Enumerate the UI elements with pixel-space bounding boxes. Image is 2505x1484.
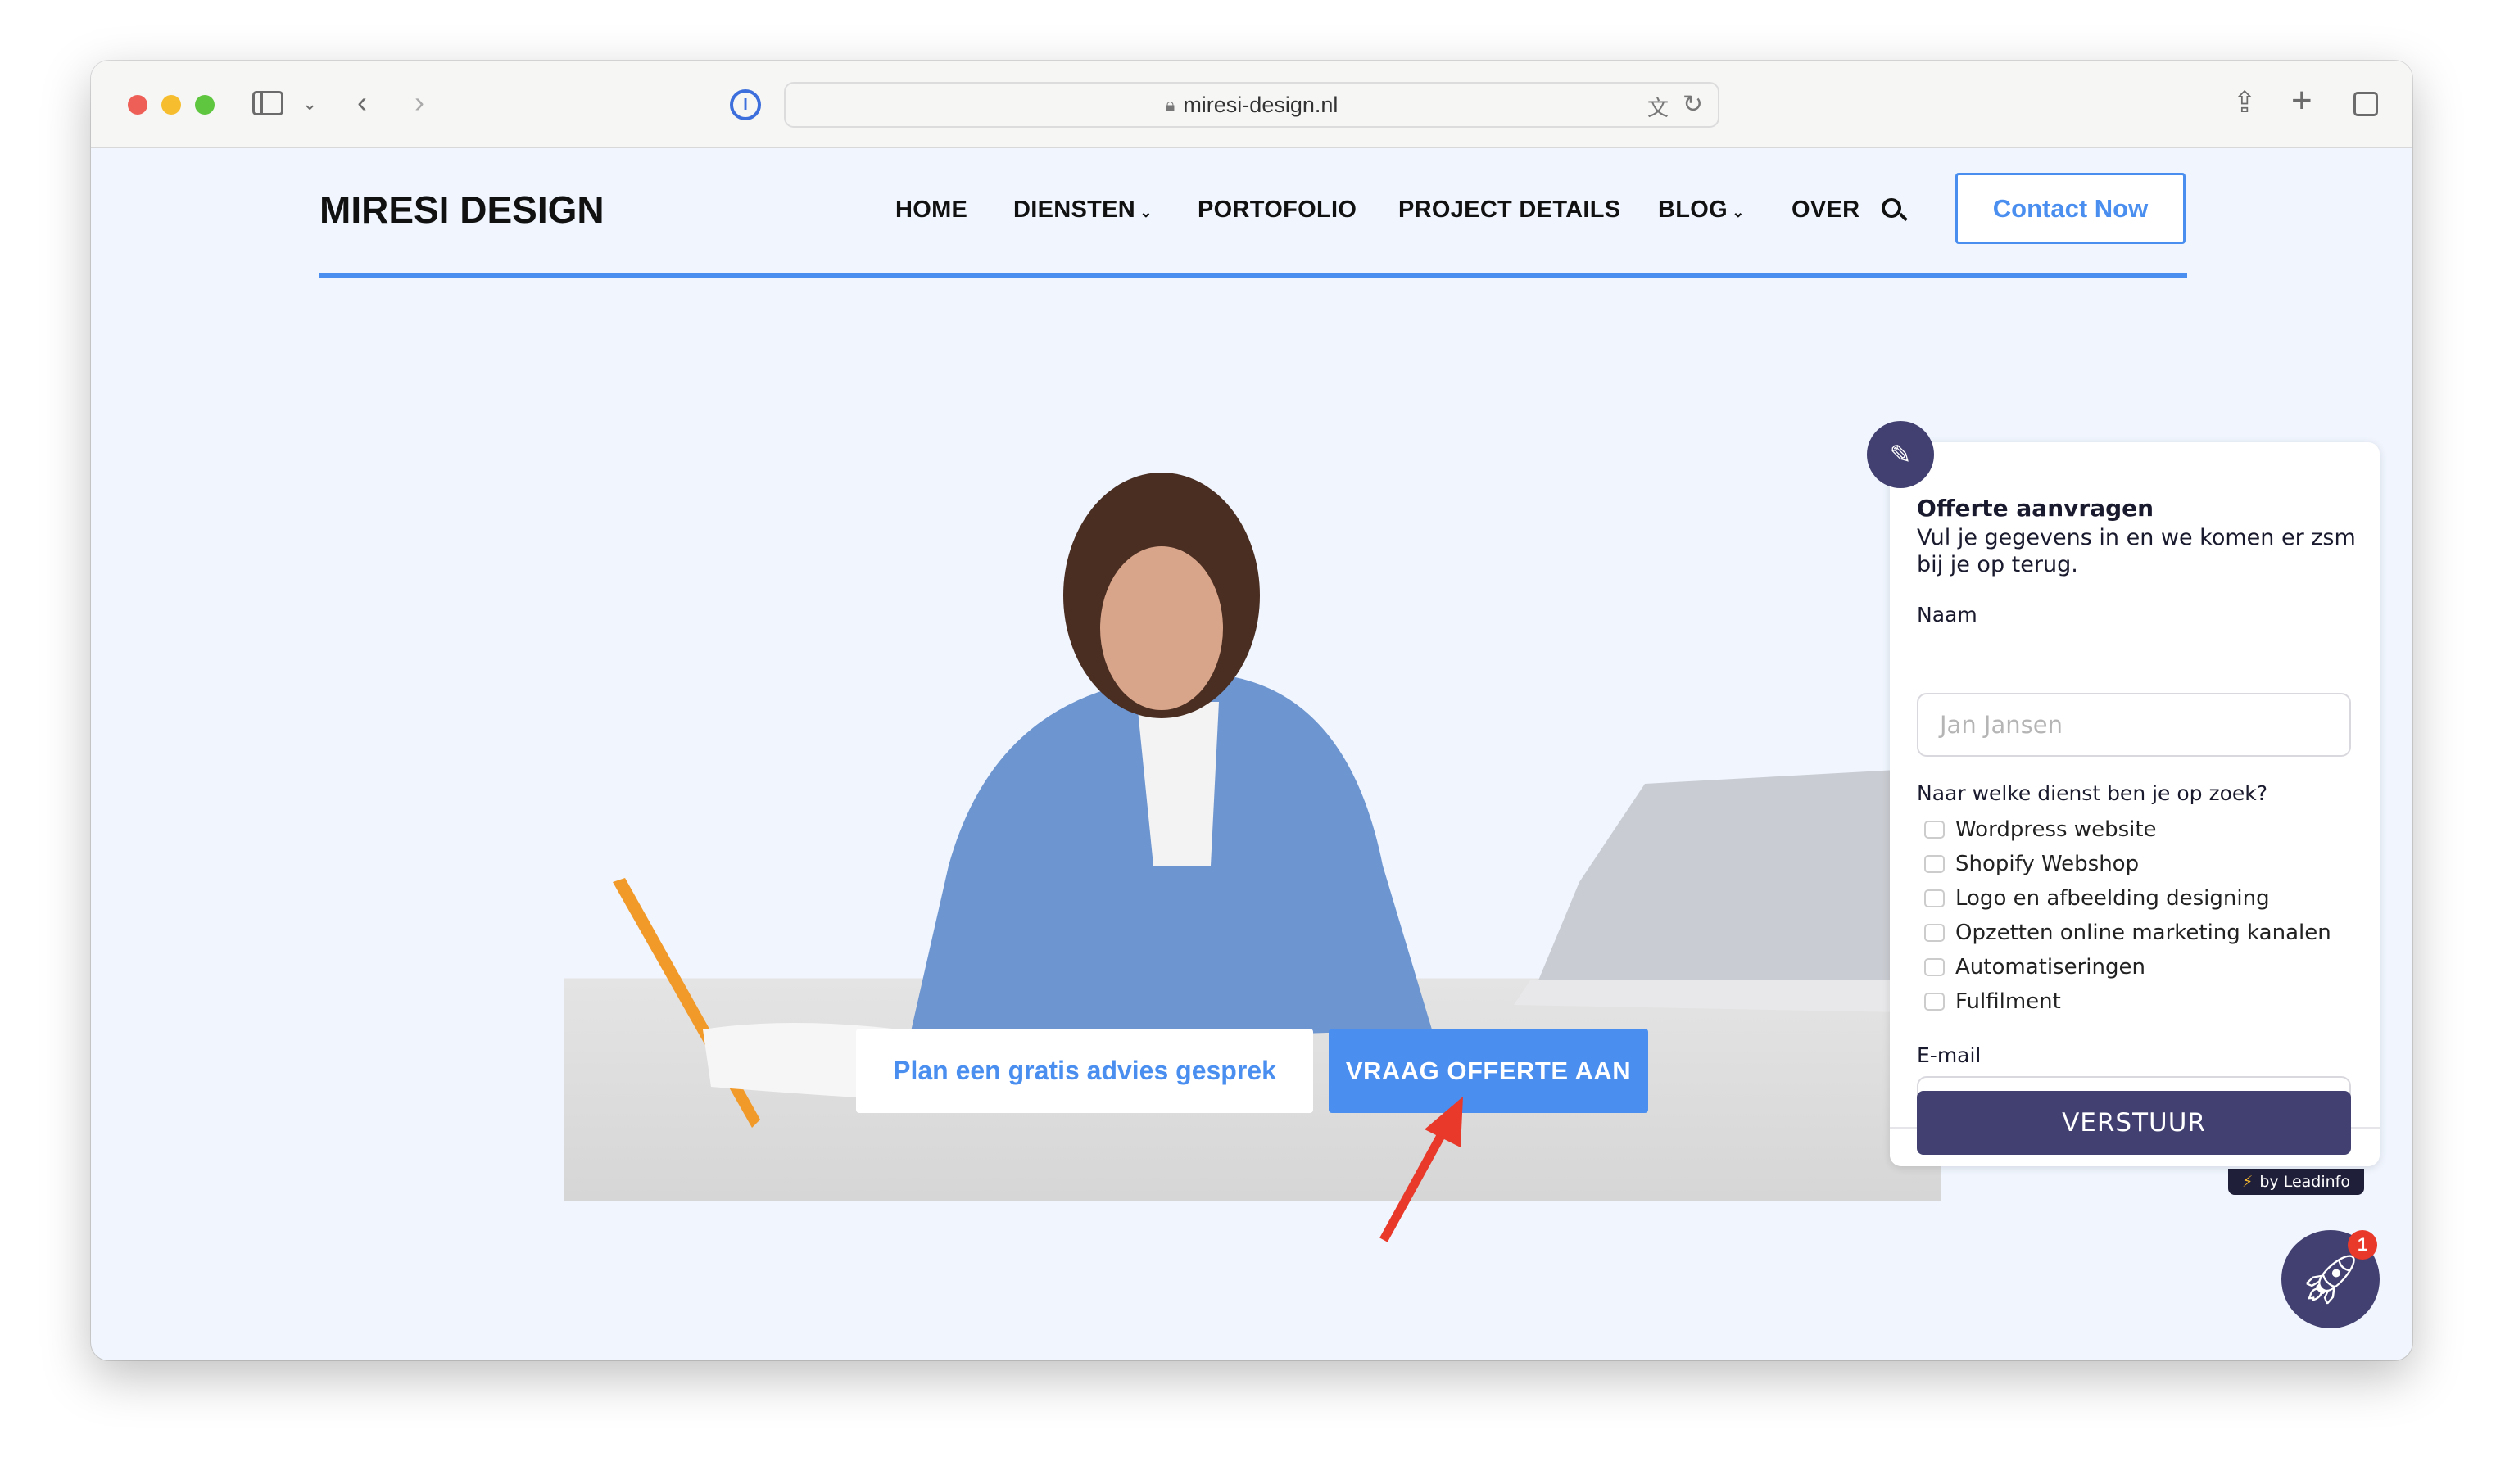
powered-by-text: by Leadinfo [2259, 1173, 2350, 1191]
reload-icon[interactable]: ↻ [1683, 90, 1703, 119]
submit-button[interactable]: VERSTUUR [1917, 1091, 2351, 1155]
option-label: Automatiseringen [1955, 955, 2145, 980]
option-label: Fulfilment [1955, 989, 2061, 1014]
quote-form-panel: Offerte aanvragen Vul je gegevens in en … [1890, 442, 2380, 1166]
leadinfo-badge[interactable]: ⚡ by Leadinfo [2228, 1169, 2364, 1195]
form-edit-icon: ✎ [1867, 421, 1934, 488]
site-logo[interactable]: MIRESI DESIGN [319, 188, 605, 232]
nav-diensten[interactable]: DIENSTEN ⌄ [1013, 197, 1153, 224]
forward-icon[interactable]: › [414, 85, 424, 120]
service-question: Naar welke dienst ben je op zoek? [1917, 781, 2268, 805]
checkbox-logo[interactable] [1924, 889, 1945, 907]
nav-project-details[interactable]: PROJECT DETAILS [1398, 197, 1620, 224]
maximize-window-button[interactable] [195, 95, 215, 115]
form-subtitle: Vul je gegevens in en we komen er zsm bi… [1917, 525, 2356, 577]
option-label: Opzetten online marketing kanalen [1955, 921, 2331, 945]
minimize-window-button[interactable] [161, 95, 181, 115]
lock-icon: 🔒︎ [1165, 94, 1175, 115]
checkbox-shopify[interactable] [1924, 855, 1945, 873]
url-text: miresi-design.nl [1183, 92, 1339, 117]
nav-over[interactable]: OVER [1792, 197, 1859, 224]
checkbox-marketing[interactable] [1924, 924, 1945, 942]
share-icon[interactable]: ⇪ [2232, 85, 2257, 120]
chevron-down-icon: ⌄ [1727, 204, 1745, 220]
name-label: Naam [1917, 603, 1977, 627]
option-label: Logo en afbeelding designing [1955, 886, 2270, 911]
tabs-overview-icon[interactable] [2353, 92, 2378, 116]
contact-now-button[interactable]: Contact Now [1955, 173, 2186, 244]
checkbox-fulfilment[interactable] [1924, 993, 1945, 1011]
rocket-icon: 🚀︎ [2299, 1251, 2362, 1306]
plan-advies-button[interactable]: Plan een gratis advies gesprek [856, 1029, 1313, 1113]
close-window-button[interactable] [128, 95, 147, 115]
new-tab-icon[interactable]: + [2291, 80, 2312, 121]
back-icon[interactable]: ‹ [357, 85, 367, 120]
browser-window: ⌄ ‹ › I 🔒︎ miresi-design.nl 文 ↻ ⇪ + MIRE… [91, 61, 2412, 1360]
checkbox-wordpress[interactable] [1924, 821, 1945, 839]
address-bar[interactable]: 🔒︎ miresi-design.nl 文 ↻ [784, 82, 1719, 128]
nav-home[interactable]: HOME [895, 197, 967, 224]
search-icon[interactable] [1882, 198, 1908, 222]
option-label: Wordpress website [1955, 817, 2157, 842]
red-arrow-annotation [1379, 1097, 1463, 1242]
nav-blog[interactable]: BLOG ⌄ [1658, 197, 1745, 224]
form-title: Offerte aanvragen [1917, 495, 2154, 522]
nav-label: BLOG [1658, 197, 1728, 223]
chevron-down-icon: ⌄ [1135, 204, 1153, 220]
browser-toolbar: ⌄ ‹ › I 🔒︎ miresi-design.nl 文 ↻ ⇪ + [91, 61, 2412, 148]
name-input[interactable]: Jan Jansen [1917, 693, 2351, 757]
option-label: Shopify Webshop [1955, 852, 2140, 876]
header-underline [319, 273, 2187, 278]
sidebar-toggle-icon[interactable] [252, 91, 283, 115]
checkbox-automatiseringen[interactable] [1924, 958, 1945, 976]
chevron-down-icon[interactable]: ⌄ [302, 93, 317, 115]
email-label: E-mail [1917, 1043, 1982, 1067]
notification-badge: 1 [2348, 1230, 2377, 1260]
nav-label: DIENSTEN [1013, 197, 1136, 223]
lightning-icon: ⚡ [2242, 1173, 2254, 1191]
translate-icon[interactable]: 文 [1647, 92, 1669, 122]
password-manager-icon[interactable]: I [730, 89, 761, 120]
nav-portofolio[interactable]: PORTOFOLIO [1198, 197, 1357, 224]
